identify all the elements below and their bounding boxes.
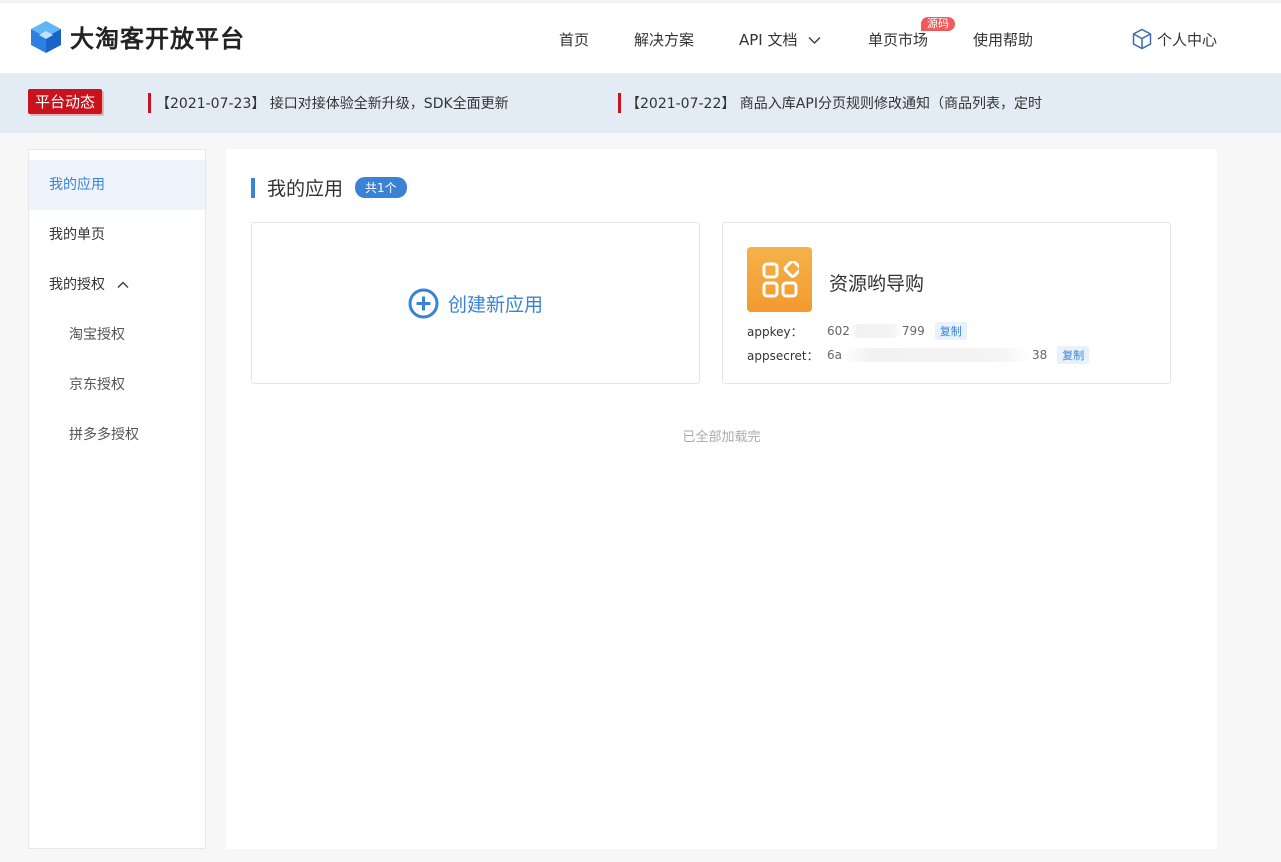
cube-logo-icon (31, 20, 61, 53)
appsecret-value: 6a 38 (827, 348, 1047, 363)
nav-solutions[interactable]: 解决方案 (634, 29, 694, 50)
appkey-value: 602 799 (827, 324, 925, 339)
create-app-button[interactable]: 创建新应用 (408, 288, 543, 319)
create-app-label: 创建新应用 (447, 293, 543, 316)
load-complete-text: 已全部加载完 (682, 430, 761, 445)
app-name: 资源哟导购 (829, 273, 925, 295)
news-item[interactable]: 【2021-07-23】 接口对接体验全新升级，SDK全面更新 (148, 93, 509, 113)
chevron-down-icon (808, 36, 821, 45)
top-header: 大淘客开放平台 首页 解决方案 API 文档 单页市场 使用帮助 源码 个人中心 (0, 0, 1281, 73)
sidebar-item-pdd-auth[interactable]: 拼多多授权 (29, 410, 205, 460)
page-title: 我的应用 共1个 (251, 174, 407, 201)
cube-outline-icon (1132, 28, 1152, 50)
sidebar-item-label: 拼多多授权 (69, 427, 139, 443)
sidebar: 我的应用 我的单页 我的授权 淘宝授权 京东授权 拼多多授权 (28, 149, 206, 849)
appkey-row: appkey： 602 799 复制 (747, 322, 967, 340)
brand-name: 大淘客开放平台 (70, 25, 245, 53)
nav-home[interactable]: 首页 (559, 29, 589, 50)
sidebar-item-label: 淘宝授权 (69, 327, 125, 343)
appsecret-label: appsecret： (747, 348, 819, 363)
plus-circle-icon (408, 288, 439, 318)
main-panel: 我的应用 共1个 创建新应用 资源哟导购 appkey： 602 799 复制 … (226, 149, 1217, 849)
user-center-link[interactable]: 个人中心 (1132, 28, 1217, 50)
brand-logo[interactable]: 大淘客开放平台 (30, 19, 245, 54)
sidebar-item-label: 我的授权 (49, 277, 105, 293)
sidebar-item-my-apps[interactable]: 我的应用 (29, 160, 205, 210)
nav-api-docs-label: API 文档 (739, 31, 798, 49)
app-card[interactable]: 资源哟导购 appkey： 602 799 复制 appsecret： 6a 38 … (722, 222, 1171, 384)
sidebar-item-label: 我的单页 (49, 227, 105, 243)
appkey-label: appkey： (747, 324, 803, 339)
news-tag: 平台动态 (28, 89, 103, 114)
appsecret-row: appsecret： 6a 38 复制 (747, 346, 1090, 364)
sidebar-item-my-pages[interactable]: 我的单页 (29, 210, 205, 260)
sidebar-item-my-auth[interactable]: 我的授权 (29, 260, 205, 310)
sidebar-item-label: 我的应用 (49, 177, 105, 193)
chevron-up-icon (117, 281, 129, 289)
source-badge: 源码 (921, 17, 955, 31)
apps-grid-icon (762, 260, 799, 297)
appsecret-suffix: 38 (1032, 347, 1048, 362)
copy-appkey-button[interactable]: 复制 (934, 322, 967, 340)
news-bar: 平台动态 【2021-07-23】 接口对接体验全新升级，SDK全面更新 【20… (0, 73, 1281, 133)
appsecret-prefix: 6a (827, 347, 842, 362)
create-app-card[interactable]: 创建新应用 (251, 222, 700, 384)
redaction-mask (842, 348, 1032, 363)
app-count-badge: 共1个 (355, 177, 407, 198)
sidebar-item-label: 京东授权 (69, 377, 125, 393)
nav-api-docs[interactable]: API 文档 (739, 29, 821, 50)
app-icon (747, 247, 812, 312)
nav-help[interactable]: 使用帮助 (973, 29, 1033, 50)
sidebar-item-jd-auth[interactable]: 京东授权 (29, 360, 205, 410)
appkey-suffix: 799 (901, 323, 925, 338)
appkey-prefix: 602 (827, 323, 850, 338)
redaction-mask (849, 324, 902, 339)
copy-appsecret-button[interactable]: 复制 (1057, 346, 1090, 364)
user-center-label: 个人中心 (1157, 30, 1218, 49)
page-title-text: 我的应用 (267, 178, 344, 200)
title-accent-bar (251, 177, 255, 198)
nav-market[interactable]: 单页市场 (868, 29, 928, 50)
news-item[interactable]: 【2021-07-22】 商品入库API分页规则修改通知（商品列表，定时 (618, 93, 1042, 113)
sidebar-item-taobao-auth[interactable]: 淘宝授权 (29, 310, 205, 360)
